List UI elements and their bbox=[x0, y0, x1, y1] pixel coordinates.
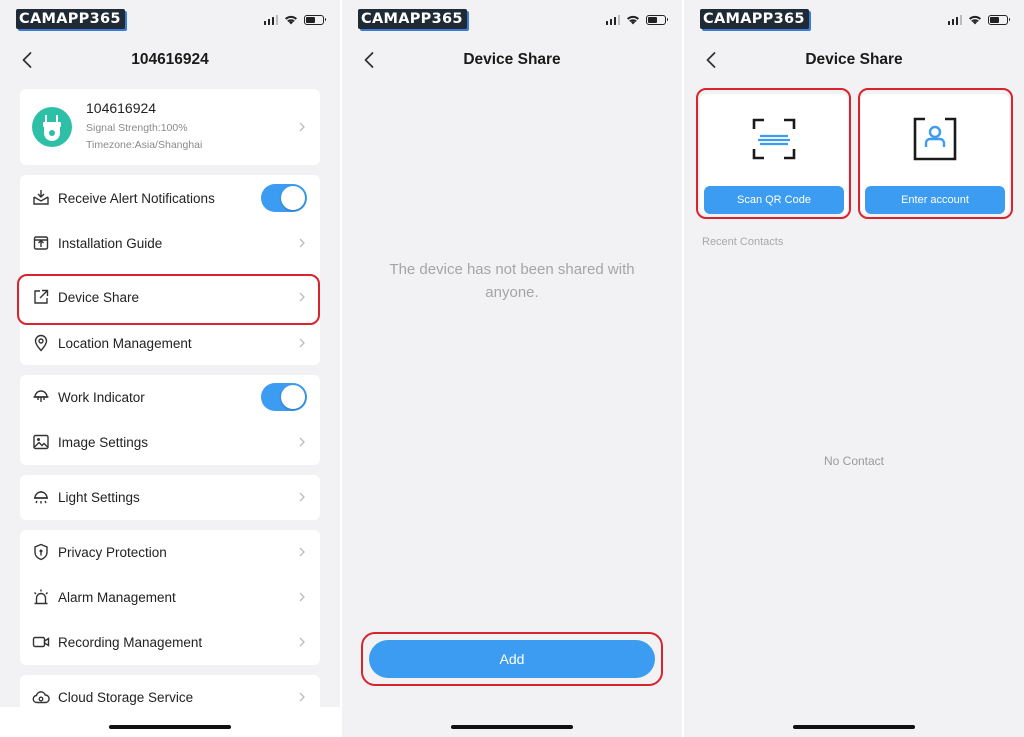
wifi-icon bbox=[969, 15, 981, 25]
row-installation-guide[interactable]: Installation Guide bbox=[20, 221, 320, 265]
row-device-share[interactable]: Device Share bbox=[20, 275, 320, 319]
camera-icon bbox=[32, 107, 72, 147]
light-icon bbox=[34, 491, 48, 504]
signal-strength: Signal Strength:100% bbox=[86, 122, 188, 134]
settings-card-security: Privacy Protection Alarm Management Reco… bbox=[20, 530, 320, 665]
row-label: Receive Alert Notifications bbox=[58, 190, 215, 206]
battery-icon bbox=[646, 14, 668, 25]
alert-notification-icon bbox=[33, 190, 49, 205]
wifi-icon bbox=[285, 15, 297, 25]
device-share-options-screen: CAMAPP365 Device Share Scan QR Code Ente… bbox=[684, 0, 1024, 737]
chevron-right-icon bbox=[299, 122, 305, 132]
chevron-right-icon bbox=[299, 437, 305, 447]
alert-notifications-toggle[interactable] bbox=[261, 184, 307, 212]
enter-account-button[interactable]: Enter account bbox=[865, 186, 1005, 214]
row-alarm-management[interactable]: Alarm Management bbox=[20, 575, 320, 619]
nav-bar: 104616924 bbox=[0, 44, 340, 76]
recording-icon bbox=[32, 636, 50, 648]
page-title: Device Share bbox=[805, 51, 903, 68]
row-label: Light Settings bbox=[58, 489, 140, 505]
watermark: CAMAPP365 bbox=[16, 9, 125, 29]
install-guide-icon bbox=[33, 236, 49, 250]
cellular-signal-icon bbox=[263, 14, 278, 25]
device-name: 104616924 bbox=[86, 100, 157, 116]
row-label: Location Management bbox=[58, 335, 192, 351]
privacy-shield-icon bbox=[34, 543, 48, 561]
row-label: Installation Guide bbox=[58, 235, 163, 251]
home-bar-area bbox=[0, 707, 340, 737]
home-indicator[interactable] bbox=[793, 725, 915, 729]
chevron-right-icon bbox=[299, 492, 305, 502]
chevron-right-icon bbox=[299, 592, 305, 602]
image-icon bbox=[33, 434, 49, 450]
row-recording-management[interactable]: Recording Management bbox=[20, 620, 320, 664]
settings-card-general: Receive Alert Notifications Installation… bbox=[20, 175, 320, 365]
chevron-right-icon bbox=[299, 692, 305, 702]
timezone: Timezone:Asia/Shanghai bbox=[86, 139, 203, 151]
empty-state-message: The device has not been shared with anyo… bbox=[389, 261, 635, 301]
row-label: Recording Management bbox=[58, 634, 203, 650]
chevron-right-icon bbox=[299, 338, 305, 348]
watermark: CAMAPP365 bbox=[700, 9, 809, 29]
account-icon bbox=[913, 117, 957, 161]
device-share-empty-screen: CAMAPP365 Device Share The device has no… bbox=[342, 0, 682, 737]
recent-contacts-heading: Recent Contacts bbox=[702, 236, 784, 248]
add-button[interactable]: Add bbox=[369, 640, 655, 678]
scan-qr-button[interactable]: Scan QR Code bbox=[704, 186, 844, 214]
battery-icon bbox=[988, 14, 1010, 25]
work-indicator-toggle[interactable] bbox=[261, 383, 307, 411]
row-label: Image Settings bbox=[58, 434, 149, 450]
row-label: Device Share bbox=[58, 289, 140, 305]
cloud-storage-icon bbox=[32, 691, 50, 704]
work-indicator-icon bbox=[33, 390, 49, 402]
cellular-signal-icon bbox=[947, 14, 962, 25]
location-pin-icon bbox=[34, 334, 48, 352]
row-label: Work Indicator bbox=[58, 389, 145, 405]
status-icons bbox=[947, 14, 1010, 25]
chevron-right-icon bbox=[299, 547, 305, 557]
battery-icon bbox=[304, 14, 326, 25]
watermark: CAMAPP365 bbox=[358, 9, 467, 29]
home-indicator[interactable] bbox=[109, 725, 231, 729]
share-icon bbox=[34, 289, 49, 304]
no-contact-message: No Contact bbox=[823, 454, 885, 468]
status-icons bbox=[263, 14, 326, 25]
status-icons bbox=[605, 14, 668, 25]
row-label: Privacy Protection bbox=[58, 544, 167, 560]
row-work-indicator: Work Indicator bbox=[20, 375, 320, 419]
enter-account-tile[interactable]: Enter account bbox=[861, 94, 1009, 214]
page-title: Device Share bbox=[463, 51, 561, 68]
row-privacy-protection[interactable]: Privacy Protection bbox=[20, 530, 320, 574]
cellular-signal-icon bbox=[605, 14, 620, 25]
row-image-settings[interactable]: Image Settings bbox=[20, 420, 320, 464]
chevron-right-icon bbox=[299, 292, 305, 302]
scan-qr-tile[interactable]: Scan QR Code bbox=[700, 94, 848, 214]
settings-card-light: Light Settings bbox=[20, 475, 320, 520]
alarm-icon bbox=[34, 589, 48, 605]
qr-scan-icon bbox=[752, 118, 796, 160]
row-light-settings[interactable]: Light Settings bbox=[20, 475, 320, 519]
home-indicator[interactable] bbox=[451, 725, 573, 729]
row-receive-alert-notifications: Receive Alert Notifications bbox=[20, 176, 320, 220]
settings-card-display: Work Indicator Image Settings bbox=[20, 375, 320, 465]
page-title: 104616924 bbox=[131, 51, 209, 68]
nav-bar: Device Share bbox=[342, 44, 682, 76]
row-label: Cloud Storage Service bbox=[58, 689, 194, 705]
row-location-management[interactable]: Location Management bbox=[20, 321, 320, 365]
device-info-card[interactable]: 104616924 Signal Strength:100% Timezone:… bbox=[20, 89, 320, 165]
row-label: Alarm Management bbox=[58, 589, 176, 605]
chevron-right-icon bbox=[299, 238, 305, 248]
nav-bar: Device Share bbox=[684, 44, 1024, 76]
device-settings-screen: CAMAPP365 104616924 104616924 Signal Str… bbox=[0, 0, 340, 737]
chevron-right-icon bbox=[299, 637, 305, 647]
wifi-icon bbox=[627, 15, 639, 25]
